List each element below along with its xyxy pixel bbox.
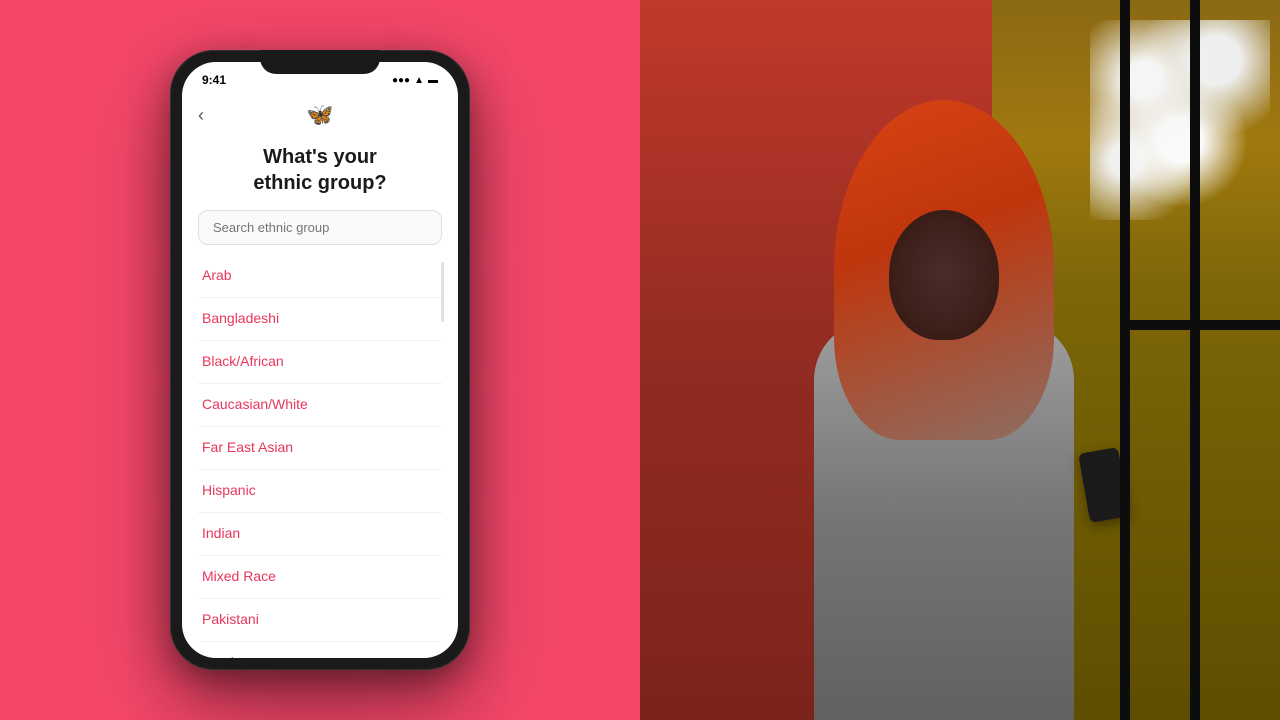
phone-mockup: 9:41 ●●● ▲ ▬ ‹ 🦋 bbox=[170, 50, 470, 670]
search-input[interactable] bbox=[198, 210, 442, 245]
window-frame bbox=[1120, 0, 1280, 720]
list-item[interactable]: Bangladeshi bbox=[198, 298, 442, 341]
back-button[interactable]: ‹ bbox=[198, 105, 204, 126]
list-item[interactable]: Black/African bbox=[198, 341, 442, 384]
list-item[interactable]: Caucasian/White bbox=[198, 384, 442, 427]
list-item[interactable]: Persian bbox=[198, 642, 442, 658]
wifi-icon: ▲ bbox=[414, 75, 424, 86]
list-item[interactable]: Hispanic bbox=[198, 470, 442, 513]
scroll-indicator bbox=[441, 262, 444, 322]
app-header: ‹ 🦋 bbox=[198, 94, 442, 132]
background-photo bbox=[640, 0, 1280, 720]
signal-icon: ●●● bbox=[392, 75, 410, 86]
list-item[interactable]: Indian bbox=[198, 513, 442, 556]
list-item[interactable]: Arab bbox=[198, 255, 442, 298]
status-icons: ●●● ▲ ▬ bbox=[392, 75, 438, 86]
battery-icon: ▬ bbox=[428, 75, 438, 86]
phone-frame: 9:41 ●●● ▲ ▬ ‹ 🦋 bbox=[170, 50, 470, 670]
phone-notch bbox=[260, 50, 380, 74]
status-time: 9:41 bbox=[202, 73, 226, 87]
person-face bbox=[889, 210, 999, 340]
right-section bbox=[640, 0, 1280, 720]
phone-screen: 9:41 ●●● ▲ ▬ ‹ 🦋 bbox=[182, 62, 458, 658]
page-title: What's your ethnic group? bbox=[198, 144, 442, 196]
left-section: 9:41 ●●● ▲ ▬ ‹ 🦋 bbox=[0, 0, 640, 720]
list-item[interactable]: Mixed Race bbox=[198, 556, 442, 599]
list-item[interactable]: Far East Asian bbox=[198, 427, 442, 470]
search-container bbox=[198, 210, 442, 245]
butterfly-logo: 🦋 bbox=[306, 102, 333, 128]
list-item[interactable]: Pakistani bbox=[198, 599, 442, 642]
screen-title: What's your ethnic group? bbox=[198, 144, 442, 196]
app-content: ‹ 🦋 What's your ethnic group? bbox=[182, 94, 458, 658]
ethnic-groups-list: ArabBangladeshiBlack/AfricanCaucasian/Wh… bbox=[198, 255, 442, 658]
